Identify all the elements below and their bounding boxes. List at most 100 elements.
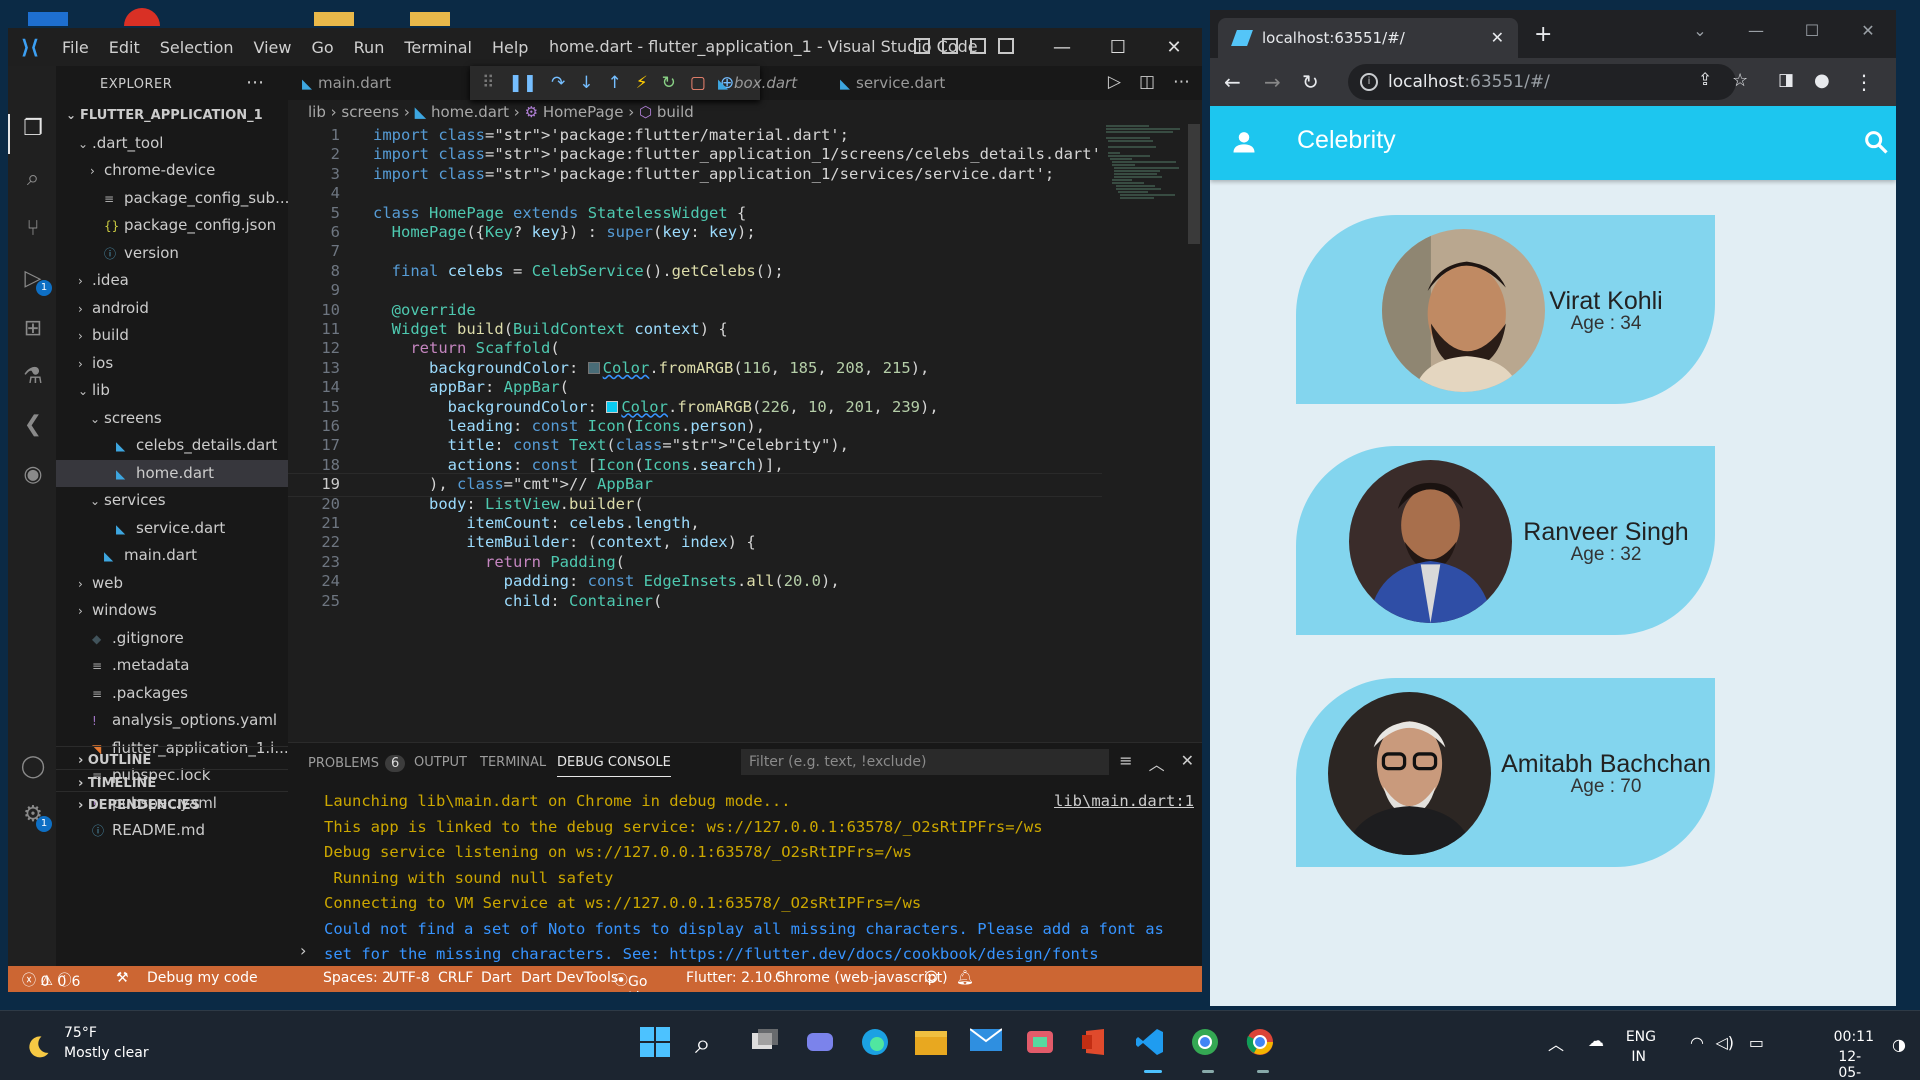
hot-reload-icon[interactable]: ⚡ [636,73,648,93]
new-tab-icon[interactable]: + [1534,22,1552,47]
minimize-icon[interactable]: — [1034,28,1090,66]
folder-item[interactable]: ⌄ .dart_tool [56,130,288,158]
maximize-icon[interactable]: ☐ [1784,10,1840,50]
breadcrumb-file[interactable]: home.dart [431,103,509,121]
tab-service-dart[interactable]: ◣ service.dart [840,66,945,100]
browser-tab[interactable]: localhost:63551/#/ ✕ [1218,18,1518,58]
celeb-card[interactable]: Amitabh Bachchan Age : 70 [1296,678,1715,867]
github-icon[interactable]: ◉ [20,462,46,488]
clock-time[interactable]: 00:11 [1834,1029,1874,1045]
battery-icon[interactable]: ▭ [1749,1033,1764,1052]
pause-icon[interactable]: ❚❚ [508,73,537,93]
language-mode[interactable]: Dart [481,970,512,986]
source-control-icon[interactable]: ⑂ [20,216,46,242]
start-icon[interactable] [640,1027,676,1063]
notification-icon[interactable]: ◑ [1892,1035,1906,1054]
celeb-card[interactable]: Virat Kohli Age : 34 [1296,215,1715,404]
search-icon[interactable]: ⌕ [695,1027,731,1063]
dart-devtools[interactable]: Dart DevTools [521,970,618,986]
close-tab-icon[interactable]: ✕ [1491,18,1504,58]
flutter-version[interactable]: Flutter: 2.10.5 [686,970,786,986]
console-filter-input[interactable]: Filter (e.g. text, !exclude) [741,749,1109,775]
extensions-icon[interactable]: ⊞ [20,316,46,342]
input-language[interactable]: ENG [1626,1029,1656,1045]
menu-file[interactable]: File [52,38,99,57]
breadcrumb-method[interactable]: build [657,103,694,121]
onedrive-cloud-icon[interactable]: ☁ [1588,1031,1604,1050]
desktop-chrome-icon[interactable] [124,8,160,26]
minimize-icon[interactable]: — [1728,10,1784,50]
explorer-icon[interactable]: ❐ [20,116,46,142]
go-live[interactable]: ⦿ Go Live [614,970,657,992]
clock-date[interactable]: 12-05-2022 [1838,1049,1874,1080]
file-item[interactable]: ◣ celebs_details.dart [56,432,288,460]
tab-terminal[interactable]: TERMINAL [480,755,546,770]
menu-terminal[interactable]: Terminal [394,38,482,57]
menu-help[interactable]: Help [482,38,538,57]
minimap[interactable] [1106,124,1188,324]
bookmark-star-icon[interactable]: ☆ [1732,70,1748,91]
folder-item[interactable]: › web [56,570,288,598]
chrome-taskbar-icon[interactable] [1245,1027,1281,1073]
more-icon[interactable]: ⋯ [1173,72,1190,92]
menu-edit[interactable]: Edit [99,38,150,57]
toggle-secondary-sidebar-icon[interactable] [970,38,986,54]
code-editor[interactable]: 1 import class="str">'package:flutter/mat… [288,124,1102,704]
toggle-sidebar-icon[interactable] [914,38,930,54]
run-icon[interactable]: ▷ [1108,72,1121,92]
edge-icon[interactable] [860,1027,896,1063]
profile-icon[interactable]: ● [1814,70,1830,91]
close-icon[interactable]: ✕ [1840,10,1896,50]
back-icon[interactable]: ← [1224,70,1241,94]
file-item[interactable]: ! analysis_options.yaml [56,707,288,735]
menu-selection[interactable]: Selection [150,38,244,57]
maximize-icon[interactable]: ☐ [1090,28,1146,66]
close-icon[interactable]: ✕ [1146,28,1202,66]
tab-main-dart[interactable]: ◣ main.dart [302,66,391,100]
volume-icon[interactable]: ◁) [1715,1033,1734,1052]
file-item[interactable]: ◣ home.dart [56,459,288,487]
encoding[interactable]: UTF-8 [389,970,430,986]
debug-config[interactable]: Debug my code [147,970,258,986]
accounts-icon[interactable]: ◯ [20,754,46,780]
file-item[interactable]: ◣ service.dart [56,515,288,543]
tab-search-icon[interactable]: ⌄ [1672,10,1728,50]
dependencies-section[interactable]: › DEPENDENCIES [56,791,288,818]
forward-icon[interactable]: → [1264,70,1281,94]
split-editor-icon[interactable]: ◫ [1139,72,1155,92]
problems-status[interactable]: ⓧ 0 ⚠ 0 ⓘ 6 [22,970,80,990]
file-explorer-icon[interactable] [915,1027,951,1063]
desktop-icon-1[interactable] [28,12,68,26]
site-info-icon[interactable]: i [1360,73,1378,91]
tab-debug-console[interactable]: DEBUG CONSOLE [557,755,671,777]
chrome-profile-icon[interactable] [1190,1027,1226,1073]
console-prompt-icon[interactable]: › [300,941,306,960]
task-view-icon[interactable] [750,1027,786,1063]
close-panel-icon[interactable]: ✕ [1181,751,1194,775]
menu-go[interactable]: Go [301,38,343,57]
person-icon[interactable] [1230,128,1258,156]
folder-item[interactable]: ⌄ services [56,487,288,515]
stop-icon[interactable]: ▢ [690,73,706,93]
file-item[interactable]: ◣ main.dart [56,542,288,570]
folder-item[interactable]: › android [56,295,288,323]
side-panel-icon[interactable]: ◨ [1778,70,1794,90]
menu-run[interactable]: Run [344,38,395,57]
folder-item[interactable]: › build [56,322,288,350]
chrome-menu-icon[interactable]: ⋮ [1854,70,1874,94]
wifi-icon[interactable]: ◠ [1690,1033,1704,1052]
folder-item[interactable]: ⌄ screens [56,405,288,433]
folder-item[interactable]: ⌄ lib [56,377,288,405]
store-icon[interactable] [1025,1027,1061,1063]
tab-problems[interactable]: PROBLEMS 6 [308,755,406,772]
vertical-scrollbar[interactable] [1188,124,1200,244]
file-item[interactable]: {} package_config.json [56,212,288,240]
file-item[interactable]: ◆ .gitignore [56,625,288,653]
folder-item[interactable]: › ios [56,350,288,378]
line-endings[interactable]: CRLF [438,970,473,986]
desktop-folder-icon-2[interactable] [410,12,450,26]
run-debug-icon[interactable]: ▷ 1 [20,266,52,296]
file-item[interactable]: ⓘ version [56,240,288,268]
clear-console-icon[interactable]: ≡ [1119,751,1132,775]
folder-item[interactable]: › chrome-device [56,157,288,185]
